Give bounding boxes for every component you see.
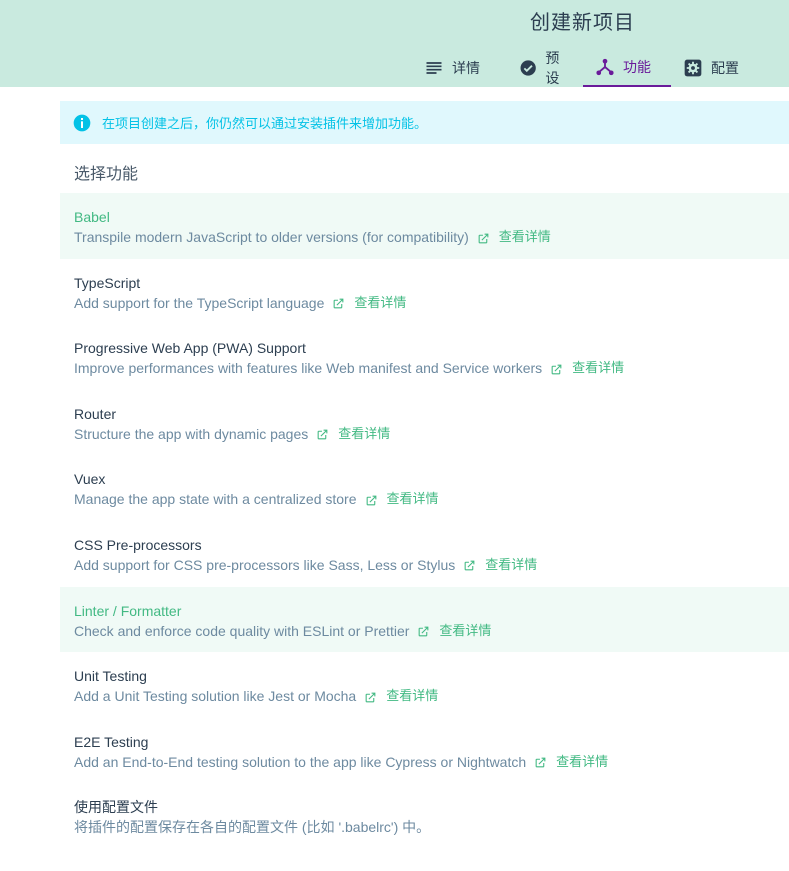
info-banner: 在项目创建之后，你仍然可以通过安装插件来增加功能。	[60, 101, 789, 144]
external-link-icon[interactable]	[332, 296, 345, 309]
tab-presets[interactable]: 预设	[507, 48, 583, 87]
info-text: 在项目创建之后，你仍然可以通过安装插件来增加功能。	[102, 116, 428, 131]
feature-name: TypeScript	[74, 274, 141, 291]
feature-description: Add an End-to-End testing solution to th…	[74, 753, 527, 770]
tab-config-label: 配置	[711, 59, 739, 76]
feature-name: Vuex	[74, 471, 106, 488]
feature-name: Progressive Web App (PWA) Support	[74, 340, 306, 357]
tree-fork-icon	[596, 58, 614, 75]
section-title: 选择功能	[74, 166, 139, 183]
feature-name: Router	[74, 405, 117, 422]
external-link-icon[interactable]	[365, 493, 378, 506]
feature-description: Structure the app with dynamic pages	[74, 425, 309, 442]
feature-item[interactable]: Linter / Formatter Check and enforce code…	[60, 586, 789, 653]
feature-description-row: Add support for the TypeScript language 查…	[74, 294, 789, 312]
feature-description: Manage the app state with a centralized …	[74, 491, 357, 508]
feature-item[interactable]: Vuex Manage the app state with a centrali…	[60, 455, 789, 521]
tab-config[interactable]: 配置	[671, 48, 759, 87]
more-info-link[interactable]: 查看详情	[556, 753, 608, 771]
feature-name: 使用配置文件	[74, 799, 158, 816]
tab-features[interactable]: 功能	[583, 48, 671, 87]
external-link-icon[interactable]	[534, 755, 547, 768]
feature-item[interactable]: Babel Transpile modern JavaScript to olde…	[60, 193, 789, 259]
tab-bar: 详情 预设 功能 配置	[412, 48, 759, 87]
external-link-icon[interactable]	[417, 624, 430, 637]
feature-item[interactable]: Router Structure the app with dynamic pag…	[60, 390, 789, 456]
feature-description: Improve performances with features like …	[74, 360, 543, 377]
header-bar: 创建新项目 详情 预设 功能 配置	[0, 0, 789, 87]
tab-details[interactable]: 详情	[412, 48, 507, 87]
config-file-option[interactable]: 使用配置文件将插件的配置保存在各自的配置文件 (比如 '.babelrc') 中…	[60, 783, 789, 849]
external-link-icon[interactable]	[364, 690, 377, 703]
feature-name: Babel	[74, 209, 110, 225]
feature-item[interactable]: TypeScript Add support for the TypeScript…	[60, 259, 789, 325]
more-info-link[interactable]: 查看详情	[387, 490, 439, 508]
feature-item[interactable]: CSS Pre-processors Add support for CSS pr…	[60, 521, 789, 587]
feature-description-row: 将插件的配置保存在各自的配置文件 (比如 '.babelrc') 中。	[74, 818, 789, 836]
feature-item[interactable]: Unit Testing Add a Unit Testing solution …	[60, 652, 789, 718]
more-info-link[interactable]: 查看详情	[485, 556, 537, 574]
more-info-link[interactable]: 查看详情	[386, 687, 438, 705]
feature-description-row: Add a Unit Testing solution like Jest or…	[74, 687, 789, 705]
more-info-link[interactable]: 查看详情	[354, 294, 406, 312]
feature-description-row: Manage the app state with a centralized …	[74, 490, 789, 508]
more-info-link[interactable]: 查看详情	[499, 228, 551, 246]
list-icon	[426, 61, 442, 74]
feature-description: Add a Unit Testing solution like Jest or…	[74, 688, 357, 705]
external-link-icon[interactable]	[463, 558, 476, 571]
tab-details-label: 详情	[452, 59, 480, 76]
more-info-link[interactable]: 查看详情	[572, 359, 624, 377]
feature-description-row: Structure the app with dynamic pages 查看详情	[74, 425, 789, 443]
external-link-icon[interactable]	[477, 231, 490, 244]
page-title: 创建新项目	[530, 12, 635, 34]
external-link-icon[interactable]	[550, 362, 563, 375]
feature-description-row: Add an End-to-End testing solution to th…	[74, 753, 789, 771]
external-link-icon[interactable]	[316, 427, 329, 440]
feature-description: Check and enforce code quality with ESLi…	[74, 622, 410, 639]
feature-description-row: Transpile modern JavaScript to older ver…	[74, 228, 789, 246]
feature-description: Add support for the TypeScript language	[74, 294, 325, 311]
tab-features-label: 功能	[623, 58, 651, 75]
feature-description: Add support for CSS pre-processors like …	[74, 556, 456, 573]
feature-item[interactable]: E2E Testing Add an End-to-End testing sol…	[60, 718, 789, 784]
check-circle-icon	[520, 59, 536, 76]
info-icon	[73, 114, 91, 131]
gear-box-icon	[684, 59, 702, 76]
feature-list: Babel Transpile modern JavaScript to olde…	[60, 193, 789, 849]
feature-description-row: Improve performances with features like …	[74, 359, 789, 377]
feature-name: Unit Testing	[74, 668, 147, 685]
feature-description-row: Check and enforce code quality with ESLi…	[74, 622, 789, 640]
feature-name: Linter / Formatter	[74, 602, 182, 619]
more-info-link[interactable]: 查看详情	[439, 622, 491, 640]
feature-name: CSS Pre-processors	[74, 536, 202, 553]
feature-name: E2E Testing	[74, 733, 149, 750]
feature-description-row: Add support for CSS pre-processors like …	[74, 556, 789, 574]
feature-item[interactable]: Progressive Web App (PWA) Support Improve…	[60, 324, 789, 390]
tab-presets-label: 预设	[545, 49, 560, 86]
feature-description: Transpile modern JavaScript to older ver…	[74, 229, 469, 245]
more-info-link[interactable]: 查看详情	[338, 425, 390, 443]
feature-description: 将插件的配置保存在各自的配置文件 (比如 '.babelrc') 中。	[74, 819, 431, 836]
